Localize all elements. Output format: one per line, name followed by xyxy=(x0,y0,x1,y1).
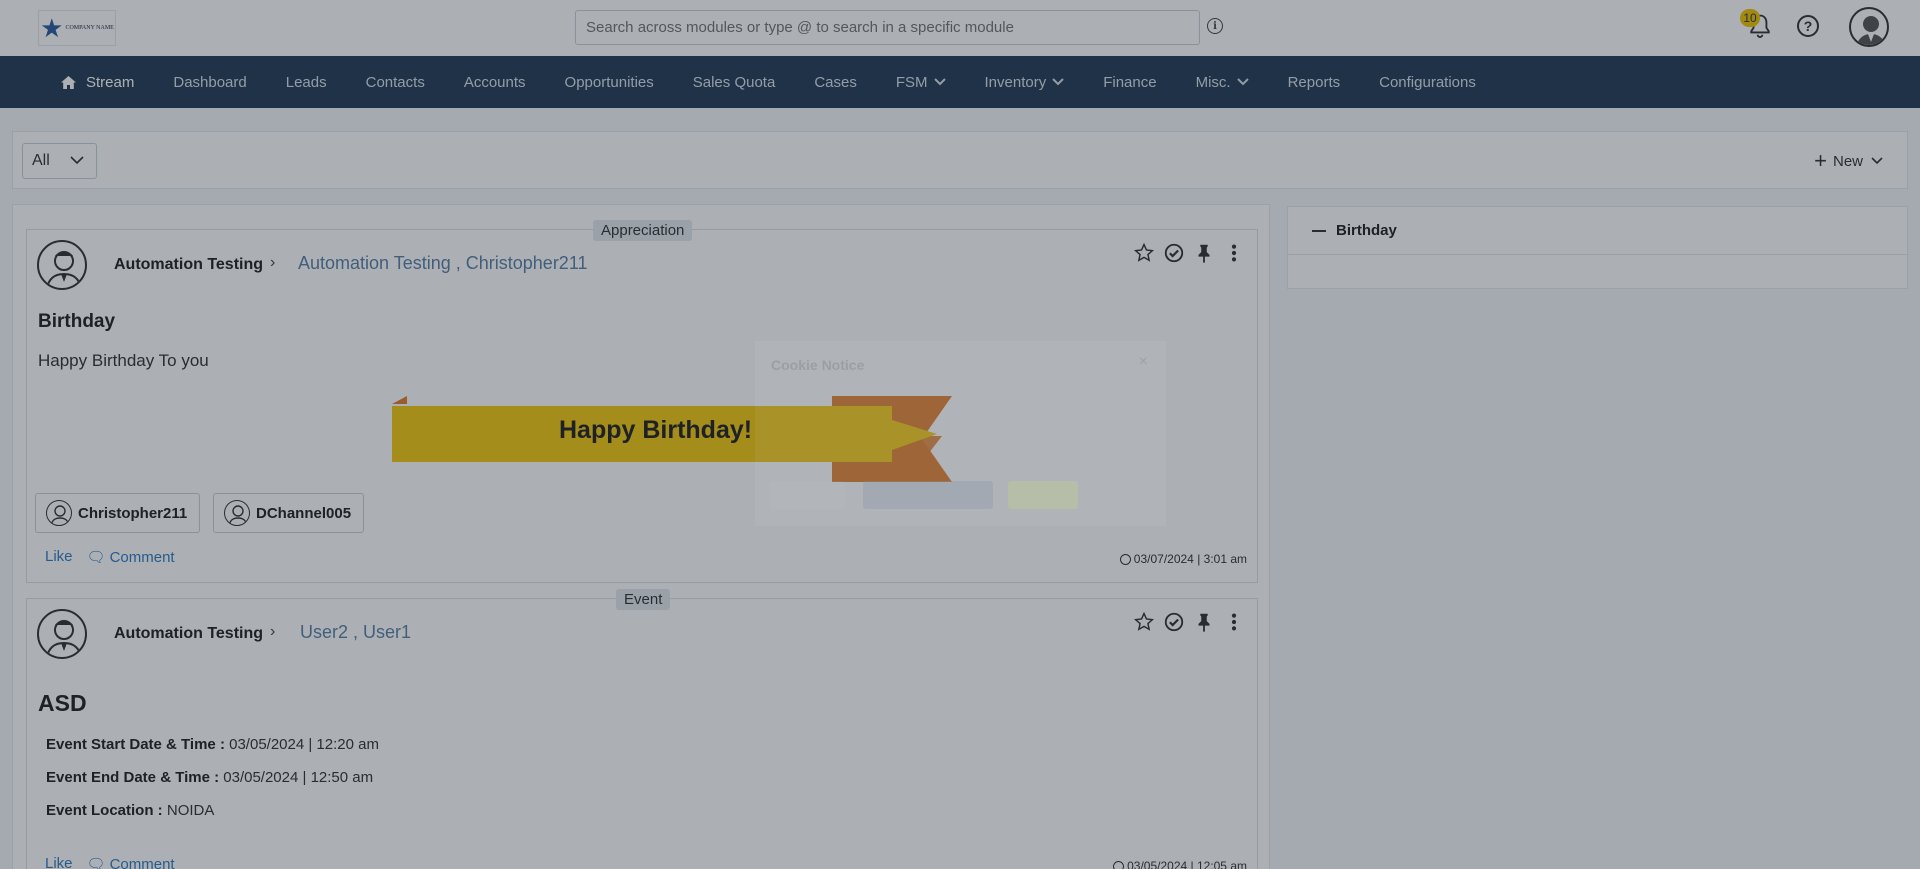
cookie-notice-dialog: Cookie Notice × xyxy=(755,341,1166,526)
cookie-notice-title: Cookie Notice xyxy=(771,357,865,373)
cookie-reject-button[interactable] xyxy=(863,481,993,509)
close-icon[interactable]: × xyxy=(1139,353,1148,371)
cookie-customize-button[interactable] xyxy=(769,481,845,509)
cookie-accept-button[interactable] xyxy=(1008,481,1078,509)
